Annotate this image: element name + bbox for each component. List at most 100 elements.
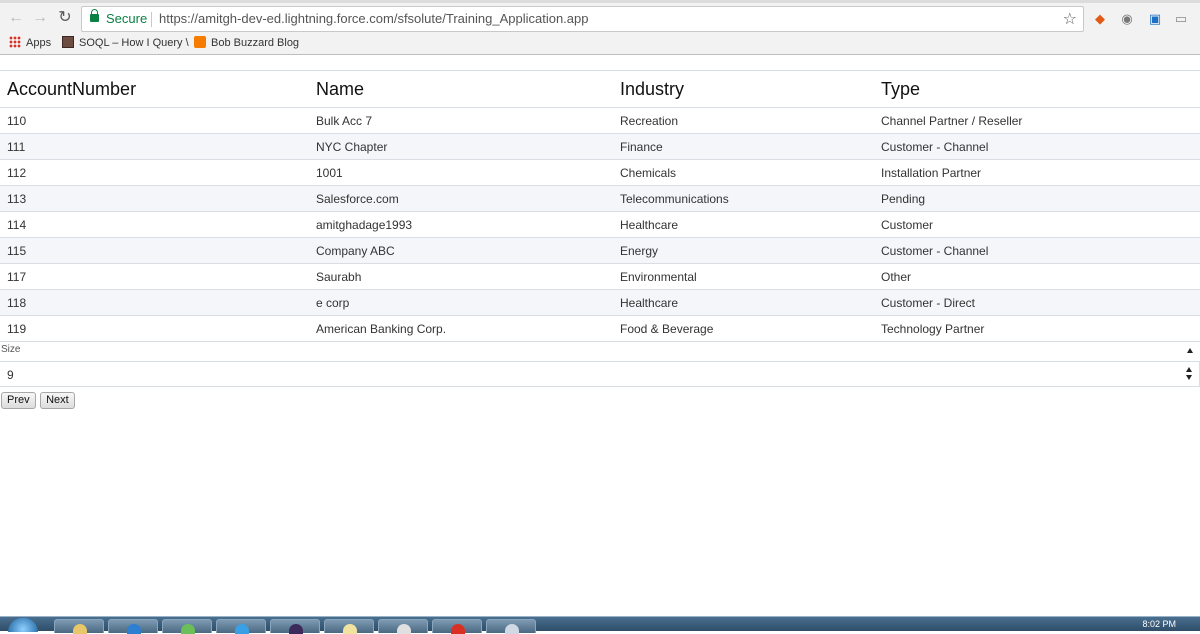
- bookmark-label: Apps: [26, 37, 52, 49]
- size-label-text: Size: [1, 344, 21, 355]
- browser-toolbar: ← → ↻ Secure https://amitgh-dev-ed.light…: [0, 3, 1200, 34]
- table-header-row: AccountNumber Name Industry Type: [0, 71, 1200, 108]
- bookmark-apps[interactable]: Apps: [9, 36, 51, 49]
- cell-name: NYC Chapter: [309, 133, 613, 160]
- table-row: 117 Saurabh Environmental Other: [0, 263, 1200, 290]
- bookmark-bob-buzzard[interactable]: Bob Buzzard Blog: [194, 36, 299, 49]
- app-icon: [343, 624, 357, 634]
- reload-icon[interactable]: ↻: [55, 8, 75, 28]
- next-button[interactable]: Next: [40, 392, 75, 409]
- taskbar-item-app[interactable]: [486, 619, 536, 634]
- cell-accountnumber: 115: [0, 237, 309, 264]
- bookmark-star-icon[interactable]: ☆: [1063, 9, 1077, 29]
- cell-type: Customer - Channel: [874, 237, 1200, 264]
- cell-accountnumber: 111: [0, 133, 309, 160]
- size-field-label: Size: [0, 342, 1200, 361]
- table-row: 111 NYC Chapter Finance Customer - Chann…: [0, 133, 1200, 160]
- cell-name: Saurabh: [309, 263, 613, 290]
- app-icon: [505, 624, 519, 634]
- url-separator: [151, 12, 152, 27]
- app-icon: [235, 624, 249, 634]
- back-arrow-icon[interactable]: ←: [6, 8, 26, 28]
- cell-type: Pending: [874, 185, 1200, 212]
- windows-taskbar: 8:02 PM: [0, 616, 1200, 634]
- cell-name: Company ABC: [309, 237, 613, 264]
- pagination: Prev Next: [0, 390, 1200, 409]
- cell-industry: Finance: [613, 133, 874, 160]
- cell-industry: Healthcare: [613, 289, 874, 316]
- apps-grid-icon: [9, 36, 21, 48]
- lock-icon: [90, 9, 99, 22]
- taskbar-item-app[interactable]: [324, 619, 374, 634]
- spinner-down-icon[interactable]: [1186, 375, 1192, 380]
- taskbar-item-app[interactable]: [378, 619, 428, 634]
- url-text[interactable]: https://amitgh-dev-ed.lightning.force.co…: [159, 11, 588, 26]
- cell-accountnumber: 113: [0, 185, 309, 212]
- extension-icon[interactable]: ▭: [1172, 11, 1190, 27]
- size-value: 9: [7, 368, 14, 382]
- table-row: 118 e corp Healthcare Customer - Direct: [0, 289, 1200, 316]
- column-header-type: Type: [874, 71, 1200, 108]
- forward-arrow-icon[interactable]: →: [30, 8, 50, 28]
- cell-type: Channel Partner / Reseller: [874, 107, 1200, 134]
- cell-industry: Food & Beverage: [613, 315, 874, 342]
- taskbar-item-chrome[interactable]: [432, 619, 482, 634]
- cell-name: 1001: [309, 159, 613, 186]
- prev-button[interactable]: Prev: [1, 392, 36, 409]
- extension-window-icon[interactable]: ▣: [1147, 11, 1163, 27]
- cell-accountnumber: 110: [0, 107, 309, 134]
- chrome-icon: [451, 624, 465, 634]
- taskbar-item-app[interactable]: [270, 619, 320, 634]
- address-bar[interactable]: Secure https://amitgh-dev-ed.lightning.f…: [81, 6, 1084, 32]
- camera-icon[interactable]: ◉: [1119, 11, 1135, 27]
- cell-industry: Healthcare: [613, 211, 874, 238]
- cell-type: Other: [874, 263, 1200, 290]
- table-row: 114 amitghadage1993 Healthcare Customer: [0, 211, 1200, 238]
- cell-type: Technology Partner: [874, 315, 1200, 342]
- taskbar-clock: 8:02 PM: [1142, 619, 1176, 629]
- cell-type: Installation Partner: [874, 159, 1200, 186]
- taskbar-item-app[interactable]: [216, 619, 266, 634]
- app-icon: [181, 624, 195, 634]
- page-content: AccountNumber Name Industry Type 110 Bul…: [0, 55, 1200, 409]
- bookmarks-bar: Apps SOQL – How I Query \ Bob Buzzard Bl…: [0, 34, 1200, 55]
- size-input[interactable]: 9: [0, 361, 1200, 387]
- cell-accountnumber: 117: [0, 263, 309, 290]
- column-header-accountnumber: AccountNumber: [0, 71, 309, 108]
- app-icon: [397, 624, 411, 634]
- cell-industry: Environmental: [613, 263, 874, 290]
- table-row: 112 1001 Chemicals Installation Partner: [0, 159, 1200, 186]
- extension-icon[interactable]: ◆: [1092, 11, 1108, 27]
- cell-industry: Chemicals: [613, 159, 874, 186]
- table-row: 113 Salesforce.com Telecommunications Pe…: [0, 185, 1200, 212]
- cell-name: amitghadage1993: [309, 211, 613, 238]
- bookmark-soql[interactable]: SOQL – How I Query \: [62, 36, 189, 49]
- number-spinner[interactable]: [1186, 367, 1192, 380]
- spinner-up-icon[interactable]: [1186, 367, 1192, 372]
- bookmark-label: SOQL – How I Query \: [79, 37, 189, 49]
- accounts-table: AccountNumber Name Industry Type 110 Bul…: [0, 71, 1200, 342]
- app-icon: [127, 624, 141, 634]
- cell-name: Bulk Acc 7: [309, 107, 613, 134]
- cell-accountnumber: 118: [0, 289, 309, 316]
- cell-type: Customer - Channel: [874, 133, 1200, 160]
- cell-name: Salesforce.com: [309, 185, 613, 212]
- secure-label: Secure: [106, 11, 148, 26]
- column-header-name: Name: [309, 71, 613, 108]
- cell-industry: Energy: [613, 237, 874, 264]
- column-header-industry: Industry: [613, 71, 874, 108]
- app-icon: [289, 624, 303, 634]
- taskbar-item-explorer[interactable]: [54, 619, 104, 634]
- avatar-icon: [62, 36, 74, 48]
- scroll-up-arrow-icon[interactable]: [1187, 348, 1193, 353]
- bookmark-label: Bob Buzzard Blog: [211, 37, 300, 49]
- cell-name: e corp: [309, 289, 613, 316]
- cell-industry: Recreation: [613, 107, 874, 134]
- taskbar-item-app[interactable]: [162, 619, 212, 634]
- taskbar-item-app[interactable]: [108, 619, 158, 634]
- table-row: 110 Bulk Acc 7 Recreation Channel Partne…: [0, 107, 1200, 134]
- cell-accountnumber: 114: [0, 211, 309, 238]
- table-row: 119 American Banking Corp. Food & Bevera…: [0, 315, 1200, 342]
- table-row: 115 Company ABC Energy Customer - Channe…: [0, 237, 1200, 264]
- blogger-icon: [194, 36, 206, 48]
